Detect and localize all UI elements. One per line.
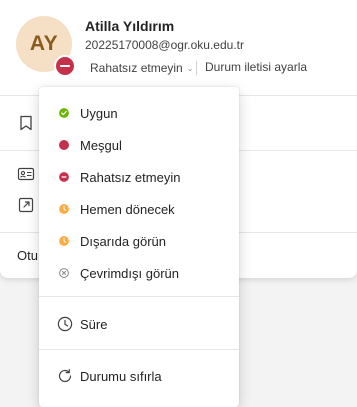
clock-icon [57, 316, 73, 332]
divider [39, 296, 239, 297]
set-status-message-link[interactable]: Durum iletisi ayarla [205, 60, 307, 74]
status-option-label: Uygun [80, 105, 118, 121]
be-right-back-icon [59, 204, 69, 214]
status-option-label: Dışarıda görün [80, 233, 166, 249]
status-option-offline[interactable]: Çevrimdışı görün [39, 258, 239, 288]
contact-card-icon[interactable] [17, 165, 35, 183]
status-option-be-right-back[interactable]: Hemen dönecek [39, 194, 239, 224]
status-option-label: Meşgul [80, 137, 122, 153]
user-name: Atilla Yıldırım [85, 18, 175, 34]
away-icon [59, 236, 69, 246]
user-email: 20225170008@ogr.oku.edu.tr [85, 38, 244, 52]
status-option-available[interactable]: Uygun [39, 98, 239, 128]
bookmark-icon[interactable] [17, 114, 35, 132]
reset-status-label: Durumu sıfırla [80, 368, 162, 384]
status-selector-button[interactable]: Rahatsız etmeyin ⌄ [90, 60, 193, 76]
divider [196, 61, 197, 75]
chevron-down-icon: ⌄ [186, 63, 194, 73]
status-option-do-not-disturb[interactable]: Rahatsız etmeyin [39, 162, 239, 192]
status-option-label: Rahatsız etmeyin [80, 169, 181, 185]
do-not-disturb-presence-badge [54, 55, 76, 77]
status-menu: Uygun Meşgul Rahatsız etmeyin Hemen döne… [39, 87, 239, 407]
available-icon [59, 108, 69, 118]
status-option-away[interactable]: Dışarıda görün [39, 226, 239, 256]
offline-icon [59, 268, 69, 278]
duration-menu-item[interactable]: Süre [39, 309, 239, 339]
open-external-icon[interactable] [17, 196, 35, 214]
status-option-busy[interactable]: Meşgul [39, 130, 239, 160]
reset-status-menu-item[interactable]: Durumu sıfırla [39, 361, 239, 391]
duration-label: Süre [80, 316, 108, 332]
divider [39, 349, 239, 350]
status-option-label: Çevrimdışı görün [80, 265, 179, 281]
sign-out-button[interactable]: Otu [17, 248, 38, 263]
status-option-label: Hemen dönecek [80, 201, 175, 217]
do-not-disturb-icon [59, 172, 69, 182]
busy-icon [59, 140, 69, 150]
reset-icon [58, 369, 72, 383]
status-selector-label: Rahatsız etmeyin [90, 61, 183, 75]
